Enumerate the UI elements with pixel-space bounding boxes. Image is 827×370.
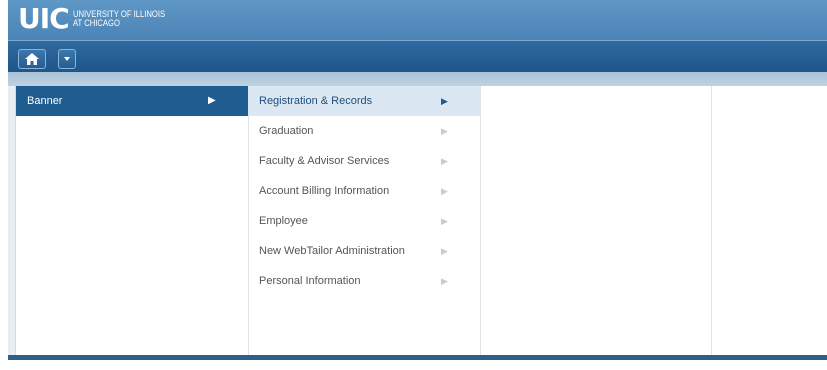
menu-item-label: New WebTailor Administration (259, 245, 405, 257)
menu-item-label: Banner (27, 95, 63, 107)
home-button[interactable] (18, 49, 46, 69)
logo-text: UNIVERSITY OF ILLINOIS AT CHICAGO (73, 10, 165, 28)
menu-item-label: Registration & Records (259, 95, 373, 107)
triangle-right-icon: ▶ (441, 276, 448, 286)
menu-item-employee[interactable]: Employee ▶ (248, 206, 480, 236)
menu-item-label: Personal Information (259, 275, 361, 287)
menu-item-registration-records[interactable]: Registration & Records ▶ (248, 86, 480, 116)
triangle-right-icon: ▶ (441, 246, 448, 256)
menu-item-banner[interactable]: Banner ▶ (16, 86, 248, 116)
menu-item-label: Employee (259, 215, 308, 227)
caret-down-icon (64, 57, 70, 61)
uic-logo[interactable]: UIC UNIVERSITY OF ILLINOIS AT CHICAGO (18, 4, 181, 34)
home-icon (25, 53, 39, 65)
menu-column-1: Banner ▶ (16, 86, 249, 355)
menu-item-new-webtailor-administration[interactable]: New WebTailor Administration ▶ (248, 236, 480, 266)
menu-item-graduation[interactable]: Graduation ▶ (248, 116, 480, 146)
left-edge (8, 86, 15, 355)
logo-mark: UIC (18, 2, 70, 35)
menu-item-personal-information[interactable]: Personal Information ▶ (248, 266, 480, 296)
triangle-right-icon: ▶ (441, 96, 448, 106)
triangle-right-icon: ▶ (441, 216, 448, 226)
menu-item-label: Graduation (259, 125, 314, 137)
menu-panel: Banner ▶ Registration & Records ▶ Gradua… (15, 86, 827, 355)
menu-item-label: Account Billing Information (259, 185, 390, 197)
menu-dropdown-button[interactable] (58, 49, 76, 69)
logo-line-2: AT CHICAGO (72, 18, 120, 28)
triangle-right-icon: ▶ (441, 126, 448, 136)
toolbar-divider (8, 72, 827, 86)
triangle-right-icon: ▶ (441, 186, 448, 196)
menu-column-2: Registration & Records ▶ Graduation ▶ Fa… (248, 86, 481, 355)
menu-item-account-billing-information[interactable]: Account Billing Information ▶ (248, 176, 480, 206)
menu-column-3 (480, 86, 712, 355)
app-frame: UIC UNIVERSITY OF ILLINOIS AT CHICAGO Ba… (0, 0, 827, 370)
menu-column-4 (711, 86, 827, 355)
menu-item-faculty-advisor-services[interactable]: Faculty & Advisor Services ▶ (248, 146, 480, 176)
triangle-right-icon: ▶ (208, 95, 216, 106)
menu-item-label: Faculty & Advisor Services (259, 155, 390, 167)
footer-bar (8, 355, 827, 360)
toolbar (8, 40, 827, 73)
header-banner: UIC UNIVERSITY OF ILLINOIS AT CHICAGO (8, 0, 827, 40)
triangle-right-icon: ▶ (441, 156, 448, 166)
